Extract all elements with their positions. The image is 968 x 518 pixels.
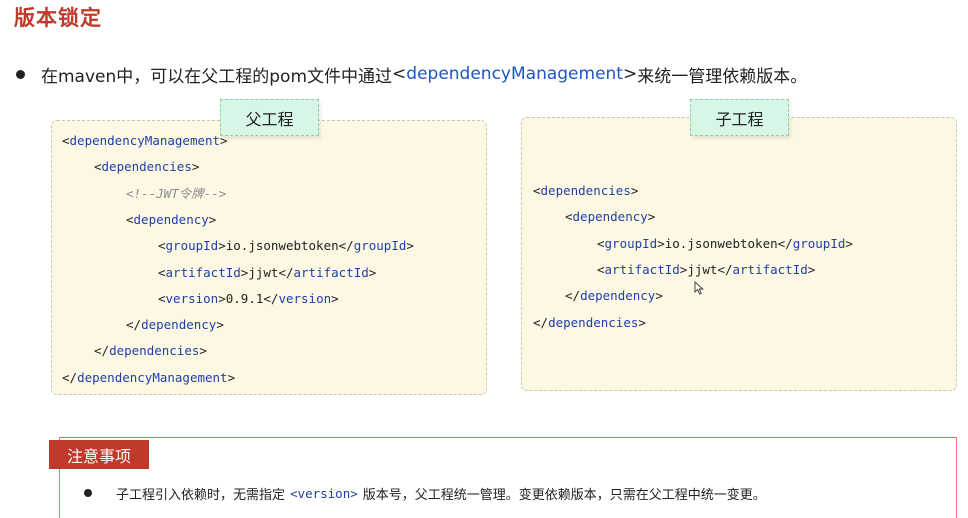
intro-bullet: 在maven中，可以在父工程的pom文件中通过 < dependencyMana… [14,62,808,87]
xml-tag-name: dependencies [548,314,639,330]
code-line: </dependencies> [94,342,207,360]
xml-tag-name: dependency [141,317,217,333]
notice-suffix: 版本号，父工程统一管理。变更依赖版本，只需在父工程中统一变更。 [362,487,766,503]
xml-bracket: </ [777,235,793,251]
xml-value: io.jsonwebtoken [664,235,778,251]
intro-tag-open: < [392,64,407,84]
code-line: <artifactId>jjwt</artifactId> [597,261,815,279]
xml-tag-name: dependencies [101,159,192,175]
xml-tag-name: artifactId [165,264,241,280]
xml-bracket: </ [717,261,733,277]
code-comment: <!--JWT令牌--> [126,185,227,201]
xml-bracket: > [331,290,339,306]
xml-bracket: < [94,159,102,175]
xml-tag-name: dependency [580,288,656,304]
xml-bracket: < [597,235,605,251]
code-line: <groupId>io.jsonwebtoken</groupId> [158,237,414,255]
xml-bracket: </ [263,290,279,306]
xml-tag-name: artifactId [604,261,680,277]
mouse-pointer-icon [694,281,704,295]
xml-tag-name: groupId [792,235,846,251]
code-line: <dependency> [126,211,216,229]
xml-tag-name: dependency [133,211,209,227]
code-line: <artifactId>jjwt</artifactId> [158,264,376,282]
code-line: <dependencyManagement> [62,132,228,150]
xml-bracket: > [647,209,656,225]
xml-bracket: > [220,133,228,148]
code-line: </dependencies> [533,314,646,332]
code-line: <dependency> [565,208,655,226]
xml-bracket: < [62,133,70,148]
xml-bracket: </ [278,264,294,280]
xml-bracket: > [191,159,200,175]
xml-bracket: < [533,183,541,198]
xml-bracket: < [597,261,605,277]
notice-prefix: 子工程引入依赖时，无需指定 [116,487,286,503]
code-line: <groupId>io.jsonwebtoken</groupId> [597,235,853,253]
intro-tag-close: > [622,64,638,84]
xml-bracket: </ [533,314,549,330]
xml-bracket: > [218,238,226,254]
xml-bracket: </ [94,343,110,359]
xml-bracket: > [227,369,236,385]
xml-bracket: </ [565,288,581,304]
xml-bracket: < [158,238,166,254]
xml-value: 0.9.1 [225,290,264,306]
xml-bracket: > [630,183,639,198]
xml-bracket: > [657,235,665,251]
xml-bracket: > [845,235,853,251]
xml-value: jjwt [687,261,718,277]
xml-value: jjwt [248,264,279,280]
xml-tag-name: dependencyManagement [69,133,221,148]
xml-bracket: > [638,314,646,330]
xml-tag-name: groupId [165,238,219,254]
code-line: <version>0.9.1</version> [158,290,339,308]
page-title: 版本锁定 [14,6,102,30]
xml-tag-name: version [165,290,219,306]
child-code-box [521,117,957,391]
xml-bracket: </ [338,238,354,254]
xml-tag-name: dependencies [109,343,200,359]
xml-bracket: </ [62,369,78,385]
code-line: <dependencies> [94,158,199,176]
code-line: </dependency> [126,316,224,334]
xml-tag-name: dependencies [540,183,631,198]
xml-bracket: > [199,343,207,359]
xml-tag-name: dependency [572,209,648,225]
xml-bracket: </ [126,317,142,333]
xml-bracket: < [565,209,573,225]
xml-tag-name: groupId [604,235,658,251]
xml-bracket: < [126,211,134,227]
xml-bracket: > [807,261,816,277]
xml-bracket: > [218,290,226,306]
intro-suffix: 来统一管理依赖版本。 [637,66,808,87]
xml-bracket: < [158,290,166,306]
child-tab-label: 子工程 [690,99,789,136]
code-line: <dependencies> [533,182,638,200]
bullet-dot-icon [84,489,92,497]
xml-value: io.jsonwebtoken [225,238,339,254]
xml-bracket: > [208,211,217,227]
notice-item: 子工程引入依赖时，无需指定 <version> 版本号，父工程统一管理。变更依赖… [84,483,766,503]
xml-bracket: < [158,264,166,280]
intro-keyword: dependencyManagement [406,64,623,84]
code-line: <!--JWT令牌--> [126,185,226,203]
xml-tag-name: dependencyManagement [77,369,228,385]
notice-badge: 注意事项 [49,440,150,469]
parent-tab-label: 父工程 [220,99,319,136]
xml-tag-name: artifactId [293,264,369,280]
xml-bracket: > [655,288,663,304]
xml-tag-name: artifactId [732,261,808,277]
code-line: </dependencyManagement> [62,369,235,387]
code-line: </dependency> [565,287,663,305]
intro-prefix: 在maven中，可以在父工程的pom文件中通过 [41,66,393,87]
xml-bracket: > [406,238,414,254]
xml-tag-name: groupId [353,238,407,254]
notice-code: <version> [290,485,358,501]
notice-panel [59,437,957,518]
xml-tag-name: version [278,290,332,306]
xml-bracket: > [216,317,224,333]
xml-bracket: > [368,264,377,280]
bullet-dot-icon [16,69,25,79]
